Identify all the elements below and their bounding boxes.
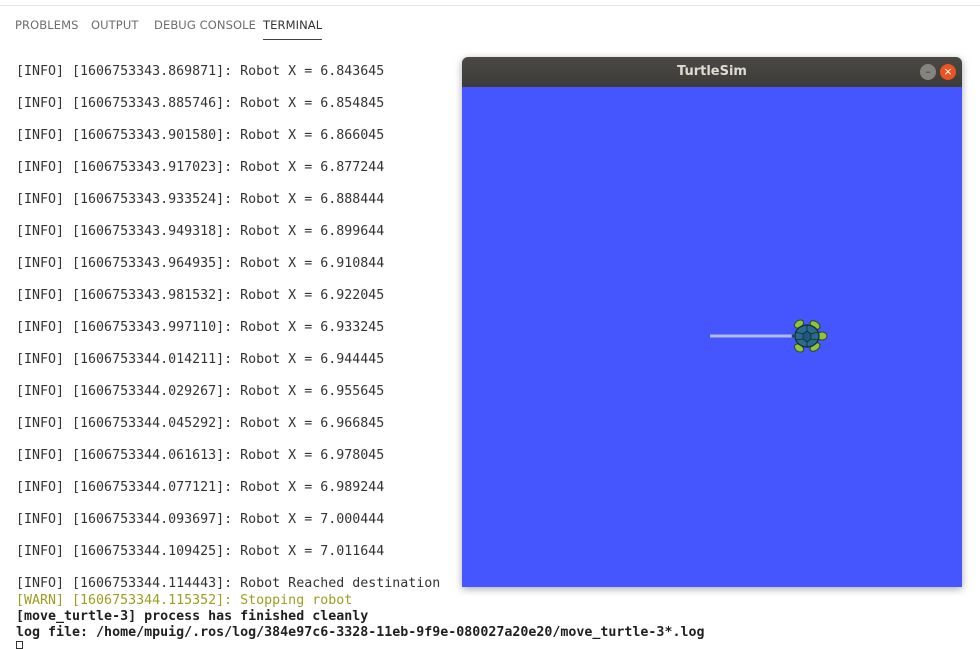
terminal-line: [INFO] [1606753344.114443]: Robot Reache… [16, 576, 441, 591]
terminal-line: [INFO] [1606753343.997110]: Robot X = 6.… [16, 320, 385, 335]
turtlesim-window-title: TurtleSim [677, 64, 747, 79]
terminal-line: [INFO] [1606753343.901580]: Robot X = 6.… [16, 128, 385, 143]
terminal-cursor [16, 641, 23, 649]
turtle-icon [791, 319, 828, 353]
terminal-finish-line: [move_turtle-3] process has finished cle… [16, 609, 369, 624]
tab-terminal[interactable]: TERMINAL [263, 18, 323, 40]
turtlesim-window[interactable]: TurtleSim – × [462, 57, 962, 587]
terminal-line: [INFO] [1606753343.869871]: Robot X = 6.… [16, 64, 385, 79]
terminal-line: [INFO] [1606753344.109425]: Robot X = 7.… [16, 544, 385, 559]
terminal-line: [INFO] [1606753344.029267]: Robot X = 6.… [16, 384, 385, 399]
terminal-warn-line: [WARN] [1606753344.115352]: Stopping rob… [16, 593, 353, 608]
turtlesim-canvas [462, 87, 962, 587]
terminal-line: [INFO] [1606753343.981532]: Robot X = 6.… [16, 288, 385, 303]
turtlesim-drawing [710, 319, 828, 353]
turtlesim-titlebar[interactable]: TurtleSim – × [462, 57, 962, 87]
terminal-line: [INFO] [1606753343.949318]: Robot X = 6.… [16, 224, 385, 239]
minimize-button[interactable]: – [920, 64, 936, 80]
terminal-log-line: log file: /home/mpuig/.ros/log/384e97c6-… [16, 625, 705, 640]
terminal-line: [INFO] [1606753343.964935]: Robot X = 6.… [16, 256, 385, 271]
terminal-line: [INFO] [1606753344.093697]: Robot X = 7.… [16, 512, 385, 527]
tab-debug-console[interactable]: DEBUG CONSOLE [154, 18, 256, 40]
terminal-line: [INFO] [1606753343.933524]: Robot X = 6.… [16, 192, 385, 207]
tab-problems[interactable]: PROBLEMS [15, 18, 79, 40]
terminal-line: [INFO] [1606753343.885746]: Robot X = 6.… [16, 96, 385, 111]
terminal-line: [INFO] [1606753344.077121]: Robot X = 6.… [16, 480, 385, 495]
terminal-line: [INFO] [1606753343.917023]: Robot X = 6.… [16, 160, 385, 175]
close-button[interactable]: × [940, 64, 956, 80]
tab-output[interactable]: OUTPUT [91, 18, 138, 40]
terminal-line: [INFO] [1606753344.061613]: Robot X = 6.… [16, 448, 385, 463]
terminal-line: [INFO] [1606753344.014211]: Robot X = 6.… [16, 352, 385, 367]
panel-tab-bar: PROBLEMS OUTPUT DEBUG CONSOLE TERMINAL [0, 6, 980, 40]
terminal-line: [INFO] [1606753344.045292]: Robot X = 6.… [16, 416, 385, 431]
